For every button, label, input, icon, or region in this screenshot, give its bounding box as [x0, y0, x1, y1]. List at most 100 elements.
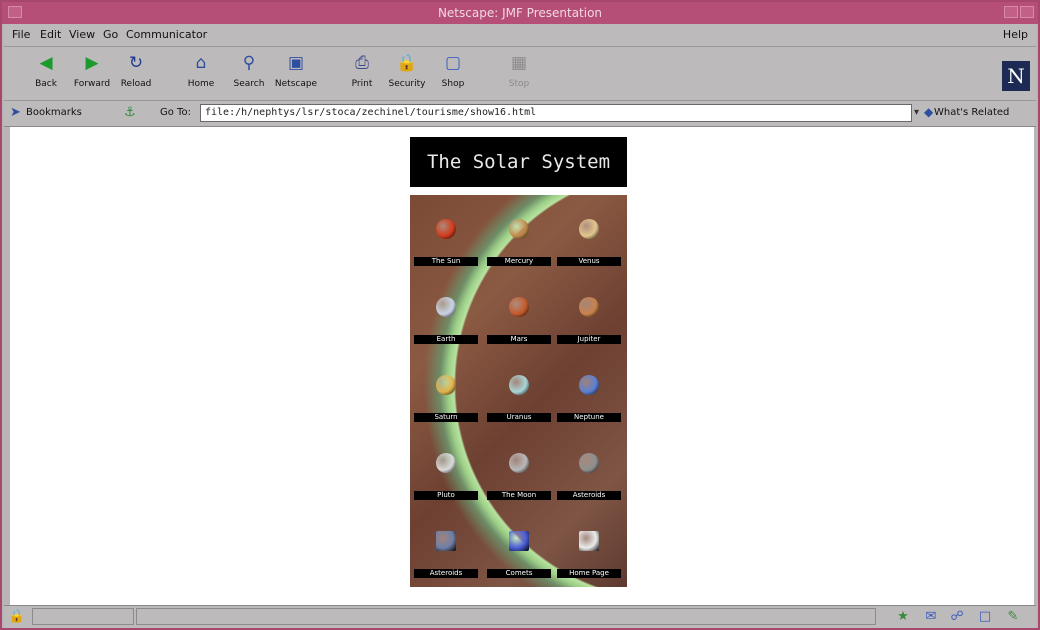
- url-input[interactable]: file:/h/nephtys/lsr/stoca/zechinel/touri…: [200, 104, 912, 122]
- reload-icon: ↻: [128, 53, 144, 73]
- print-button[interactable]: ⎙ Print: [340, 53, 384, 89]
- planet-thumbnail: [509, 531, 529, 551]
- planet-link[interactable]: Home Page: [557, 531, 621, 578]
- menu-go[interactable]: Go: [103, 28, 118, 41]
- browser-window: Netscape: JMF Presentation File Edit Vie…: [0, 0, 1040, 630]
- window-title: Netscape: JMF Presentation: [437, 6, 603, 20]
- lock-icon: 🔒: [396, 53, 418, 73]
- edit-icon[interactable]: ✎: [1004, 609, 1022, 625]
- window-menu-button[interactable]: [8, 6, 22, 18]
- search-button[interactable]: ⚲ Search: [227, 53, 271, 89]
- shop-button[interactable]: ▢ Shop: [431, 53, 475, 89]
- planet-thumbnail: [436, 297, 456, 317]
- planet-label: Neptune: [557, 413, 621, 422]
- planet-link[interactable]: The Sun: [414, 219, 478, 266]
- forward-button[interactable]: ▶ Forward: [70, 53, 114, 89]
- related-icon: ◆: [924, 105, 934, 119]
- planet-thumbnail: [436, 219, 456, 239]
- planet-label: Saturn: [414, 413, 478, 422]
- shop-label: Shop: [441, 79, 465, 89]
- planet-thumbnail: [509, 297, 529, 317]
- title-bar: Netscape: JMF Presentation: [2, 2, 1038, 24]
- planet-grid: The Sun Mercury Venus Earth Mars Jupiter Satur…: [410, 195, 627, 587]
- maximize-button[interactable]: [1020, 6, 1034, 18]
- minimize-button[interactable]: [1004, 6, 1018, 18]
- composer-icon[interactable]: □: [976, 609, 994, 625]
- netscape-icon: ▣: [287, 53, 305, 73]
- back-button[interactable]: ◀ Back: [24, 53, 68, 89]
- planet-label: Pluto: [414, 491, 478, 500]
- bookmark-icon: ➤: [10, 105, 21, 120]
- navigator-icon[interactable]: ★: [894, 609, 912, 625]
- security-button[interactable]: 🔒 Security: [385, 53, 429, 89]
- planet-label: Earth: [414, 335, 478, 344]
- reload-button[interactable]: ↻ Reload: [114, 53, 158, 89]
- security-label: Security: [388, 79, 426, 89]
- planet-link[interactable]: Saturn: [414, 375, 478, 422]
- forward-arrow-icon: ▶: [85, 53, 99, 73]
- planet-thumbnail: [509, 375, 529, 395]
- planet-label: Mars: [487, 335, 551, 344]
- shop-bag-icon: ▢: [444, 53, 462, 73]
- planet-link[interactable]: Mercury: [487, 219, 551, 266]
- back-arrow-icon: ◀: [39, 53, 53, 73]
- planet-link[interactable]: Asteroids: [557, 453, 621, 500]
- netscape-label: Netscape: [274, 79, 318, 89]
- home-label: Home: [187, 79, 215, 89]
- whats-related-button[interactable]: What's Related: [934, 107, 1009, 118]
- stop-label: Stop: [508, 79, 530, 89]
- planet-link[interactable]: Pluto: [414, 453, 478, 500]
- menu-help[interactable]: Help: [1003, 28, 1028, 41]
- planet-label: Uranus: [487, 413, 551, 422]
- planet-link[interactable]: Venus: [557, 219, 621, 266]
- url-dropdown-icon[interactable]: ▾: [914, 107, 919, 118]
- planet-label: Comets: [487, 569, 551, 578]
- planet-link[interactable]: Jupiter: [557, 297, 621, 344]
- netscape-button[interactable]: ▣ Netscape: [274, 53, 318, 89]
- search-icon: ⚲: [242, 53, 256, 73]
- planet-thumbnail: [579, 375, 599, 395]
- navigation-toolbar: ◀ Back ▶ Forward ↻ Reload ⌂ Home ⚲ Searc…: [4, 47, 1036, 101]
- planet-link[interactable]: The Moon: [487, 453, 551, 500]
- bookmarks-button[interactable]: Bookmarks: [26, 107, 82, 118]
- home-icon: ⌂: [195, 53, 207, 73]
- planet-thumbnail: [436, 531, 456, 551]
- reload-label: Reload: [120, 79, 152, 89]
- planet-link[interactable]: Asteroids: [414, 531, 478, 578]
- planet-link[interactable]: Uranus: [487, 375, 551, 422]
- planet-label: Home Page: [557, 569, 621, 578]
- goto-label: Go To:: [160, 107, 191, 118]
- menu-view[interactable]: View: [69, 28, 95, 41]
- progress-cell: [32, 608, 134, 625]
- status-bar: 🔒 ★ ✉ ☍ □ ✎: [4, 605, 1036, 628]
- print-icon: ⎙: [355, 53, 369, 73]
- planet-thumbnail: [509, 219, 529, 239]
- home-button[interactable]: ⌂ Home: [179, 53, 223, 89]
- page-title: The Solar System: [410, 137, 627, 187]
- planet-label: Asteroids: [557, 491, 621, 500]
- planet-label: Jupiter: [557, 335, 621, 344]
- menu-communicator[interactable]: Communicator: [126, 28, 207, 41]
- netscape-logo[interactable]: N: [1002, 61, 1030, 91]
- planet-label: Asteroids: [414, 569, 478, 578]
- stop-button[interactable]: ▦ Stop: [497, 53, 541, 89]
- page-content: The Solar System The Sun Mercury Venus Eart…: [10, 127, 1034, 605]
- location-bar: ➤ Bookmarks ⚓ Go To: file:/h/nephtys/lsr…: [4, 101, 1036, 127]
- planet-label: The Sun: [414, 257, 478, 266]
- planet-link[interactable]: Comets: [487, 531, 551, 578]
- planet-thumbnail: [436, 375, 456, 395]
- security-status-icon[interactable]: 🔒: [8, 609, 26, 625]
- discussion-icon[interactable]: ☍: [948, 609, 966, 625]
- planet-thumbnail: [579, 531, 599, 551]
- planet-link[interactable]: Earth: [414, 297, 478, 344]
- planet-link[interactable]: Neptune: [557, 375, 621, 422]
- planet-link[interactable]: Mars: [487, 297, 551, 344]
- mail-icon[interactable]: ✉: [922, 609, 940, 625]
- planet-label: Mercury: [487, 257, 551, 266]
- menu-bar: File Edit View Go Communicator Help: [4, 24, 1036, 47]
- planet-thumbnail: [579, 453, 599, 473]
- planet-label: The Moon: [487, 491, 551, 500]
- menu-file[interactable]: File: [12, 28, 30, 41]
- menu-edit[interactable]: Edit: [40, 28, 61, 41]
- page-proxy-icon[interactable]: ⚓: [124, 105, 136, 120]
